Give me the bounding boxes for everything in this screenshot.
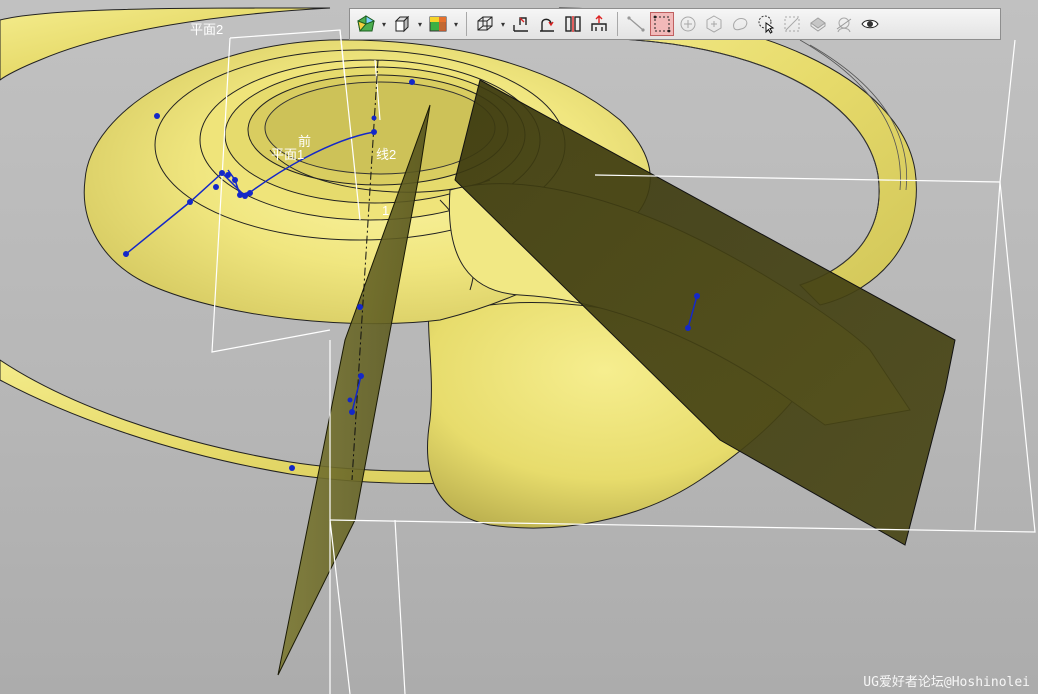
snap-quad-button[interactable] [702, 12, 726, 36]
select-pointer-button[interactable] [754, 12, 778, 36]
show-icon [861, 19, 879, 29]
section-icon [513, 17, 528, 32]
line-button[interactable] [624, 12, 648, 36]
render-style-icon [357, 15, 376, 33]
watermark: UG爱好者论坛@Hoshinolei [863, 675, 1030, 690]
select-rect-button[interactable] [650, 12, 674, 36]
wireframe-icon [477, 16, 493, 31]
hide-icon [836, 17, 852, 33]
move-button[interactable] [587, 12, 611, 36]
select-pointer-icon [758, 15, 775, 34]
lasso-icon [733, 18, 748, 31]
snap-center-icon [680, 16, 696, 32]
snap-quad-icon [706, 15, 722, 33]
shaded-button[interactable] [426, 12, 450, 36]
split-icon [565, 16, 581, 32]
render-style-button[interactable] [354, 12, 378, 36]
graphics-viewport[interactable]: 平面2 前 平面1 线2 1 UG爱好者论坛@Hoshinolei ▾ ▾ ▾ … [0, 0, 1038, 694]
hide-button[interactable] [832, 12, 856, 36]
3d-model-scene[interactable] [0, 0, 1038, 694]
label-plane2[interactable]: 平面2 [190, 23, 223, 37]
toolbar-separator [617, 12, 618, 36]
clip-button[interactable] [780, 12, 804, 36]
label-line2[interactable]: 线2 [376, 148, 396, 162]
select-rect-icon [653, 15, 671, 33]
label-plane1[interactable]: 平面1 [271, 148, 304, 162]
surface-button[interactable] [806, 12, 830, 36]
view-orient-dropdown[interactable]: ▾ [416, 12, 424, 36]
section-button[interactable] [509, 12, 533, 36]
toolbar-separator [466, 12, 467, 36]
shaded-icon [429, 16, 447, 32]
label-marker: 1 [382, 203, 390, 218]
rotate-button[interactable] [535, 12, 559, 36]
wireframe-button[interactable] [473, 12, 497, 36]
view-toolbar: ▾ ▾ ▾ ▾ [349, 8, 1001, 40]
snap-center-button[interactable] [676, 12, 700, 36]
shaded-dropdown[interactable]: ▾ [452, 12, 460, 36]
wireframe-dropdown[interactable]: ▾ [499, 12, 507, 36]
rotate-icon [540, 18, 554, 32]
surface-icon [810, 17, 826, 32]
render-style-dropdown[interactable]: ▾ [380, 12, 388, 36]
line-icon [627, 16, 645, 32]
view-orient-icon [394, 15, 410, 33]
lasso-button[interactable] [728, 12, 752, 36]
move-icon [591, 15, 607, 31]
split-button[interactable] [561, 12, 585, 36]
view-orient-button[interactable] [390, 12, 414, 36]
show-button[interactable] [858, 12, 882, 36]
clip-icon [784, 16, 800, 32]
